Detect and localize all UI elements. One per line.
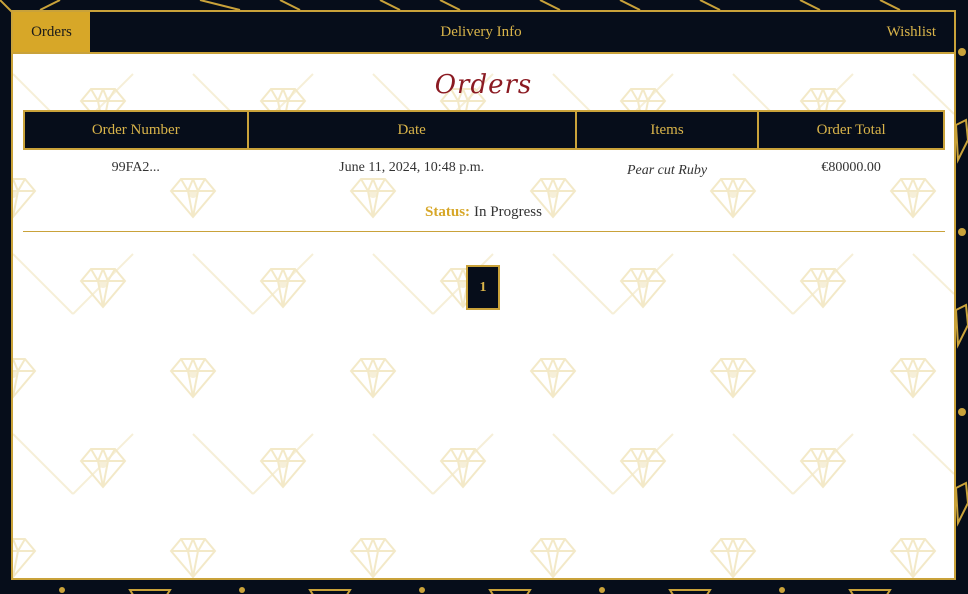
nav-wishlist-link[interactable]: Wishlist	[887, 12, 936, 52]
table-header-row: Order Number Date Items Order Total	[23, 110, 945, 150]
order-number-link[interactable]: 99FA2...	[24, 149, 248, 185]
orders-table: Order Number Date Items Order Total 99FA…	[23, 110, 945, 185]
pagination-page-button[interactable]: 1	[466, 265, 500, 310]
nav-delivery-info-link[interactable]: Delivery Info	[413, 12, 549, 52]
nav-orders-link[interactable]: Orders	[13, 12, 90, 52]
table-row: 99FA2... June 11, 2024, 10:48 p.m. Pear …	[24, 149, 944, 185]
status-label: Status:	[425, 204, 471, 220]
order-date: June 11, 2024, 10:48 p.m.	[339, 159, 485, 175]
order-total: €80000.00	[821, 159, 881, 175]
column-header-order-number: Order Number	[23, 110, 249, 150]
column-header-date: Date	[246, 110, 577, 150]
status-value: In Progress	[474, 204, 542, 220]
top-nav: Orders Delivery Info Wishlist	[13, 12, 954, 54]
main-frame: Orders Delivery Info Wishlist Orders Ord…	[11, 10, 956, 580]
order-items: Pear cut Ruby	[626, 162, 708, 178]
column-header-order-total: Order Total	[757, 110, 945, 150]
divider	[23, 231, 945, 232]
page-title: Orders	[434, 70, 533, 100]
column-header-items: Items	[574, 110, 760, 150]
order-status: Status: In Progress	[13, 204, 954, 221]
